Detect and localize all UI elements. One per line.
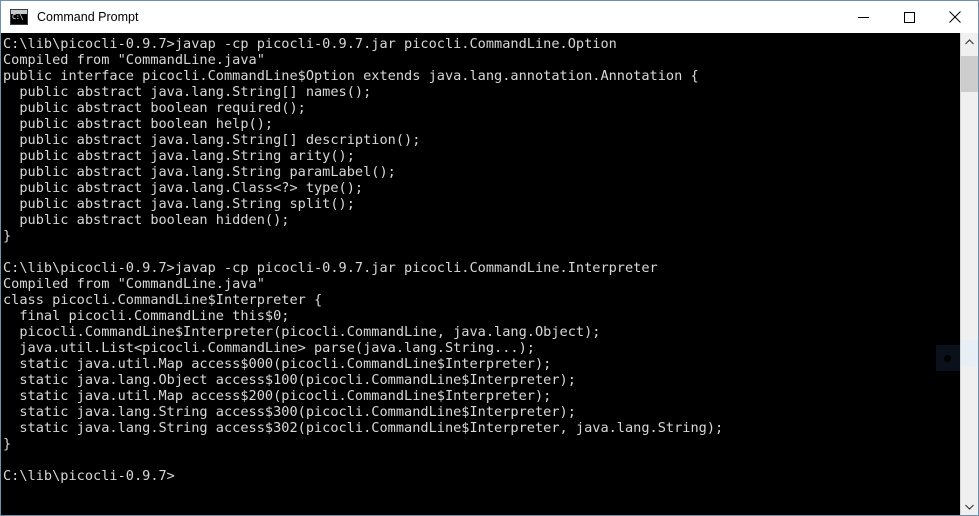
scroll-up-arrow[interactable] (961, 33, 978, 50)
command-prompt-icon: C:\ (10, 9, 28, 25)
minimize-button[interactable] (840, 1, 886, 33)
chevron-up-icon (965, 38, 974, 44)
title-bar[interactable]: C:\ Command Prompt (1, 1, 978, 33)
chevron-down-icon (965, 504, 974, 510)
window-title: Command Prompt (37, 10, 139, 24)
window-controls (840, 1, 978, 33)
close-icon (949, 11, 961, 23)
minimize-icon (857, 16, 869, 18)
scrollbar-highlight-artifact (961, 340, 978, 366)
maximize-button[interactable] (886, 1, 932, 33)
console-area: C:\lib\picocli-0.9.7>javap -cp picocli-0… (1, 33, 978, 515)
console-output[interactable]: C:\lib\picocli-0.9.7>javap -cp picocli-0… (1, 33, 960, 515)
scroll-down-arrow[interactable] (961, 498, 978, 515)
scrollbar-track[interactable] (961, 50, 978, 498)
command-prompt-window: C:\ Command Prompt C:\lib\picocli-0.9.7>… (0, 0, 979, 516)
maximize-icon (903, 11, 915, 23)
icon-prompt-glyph: C:\ (12, 13, 24, 21)
scroll-thumb[interactable] (961, 56, 978, 92)
close-button[interactable] (932, 1, 978, 33)
vertical-scrollbar[interactable] (960, 33, 978, 515)
console-text: C:\lib\picocli-0.9.7>javap -cp picocli-0… (3, 36, 724, 484)
